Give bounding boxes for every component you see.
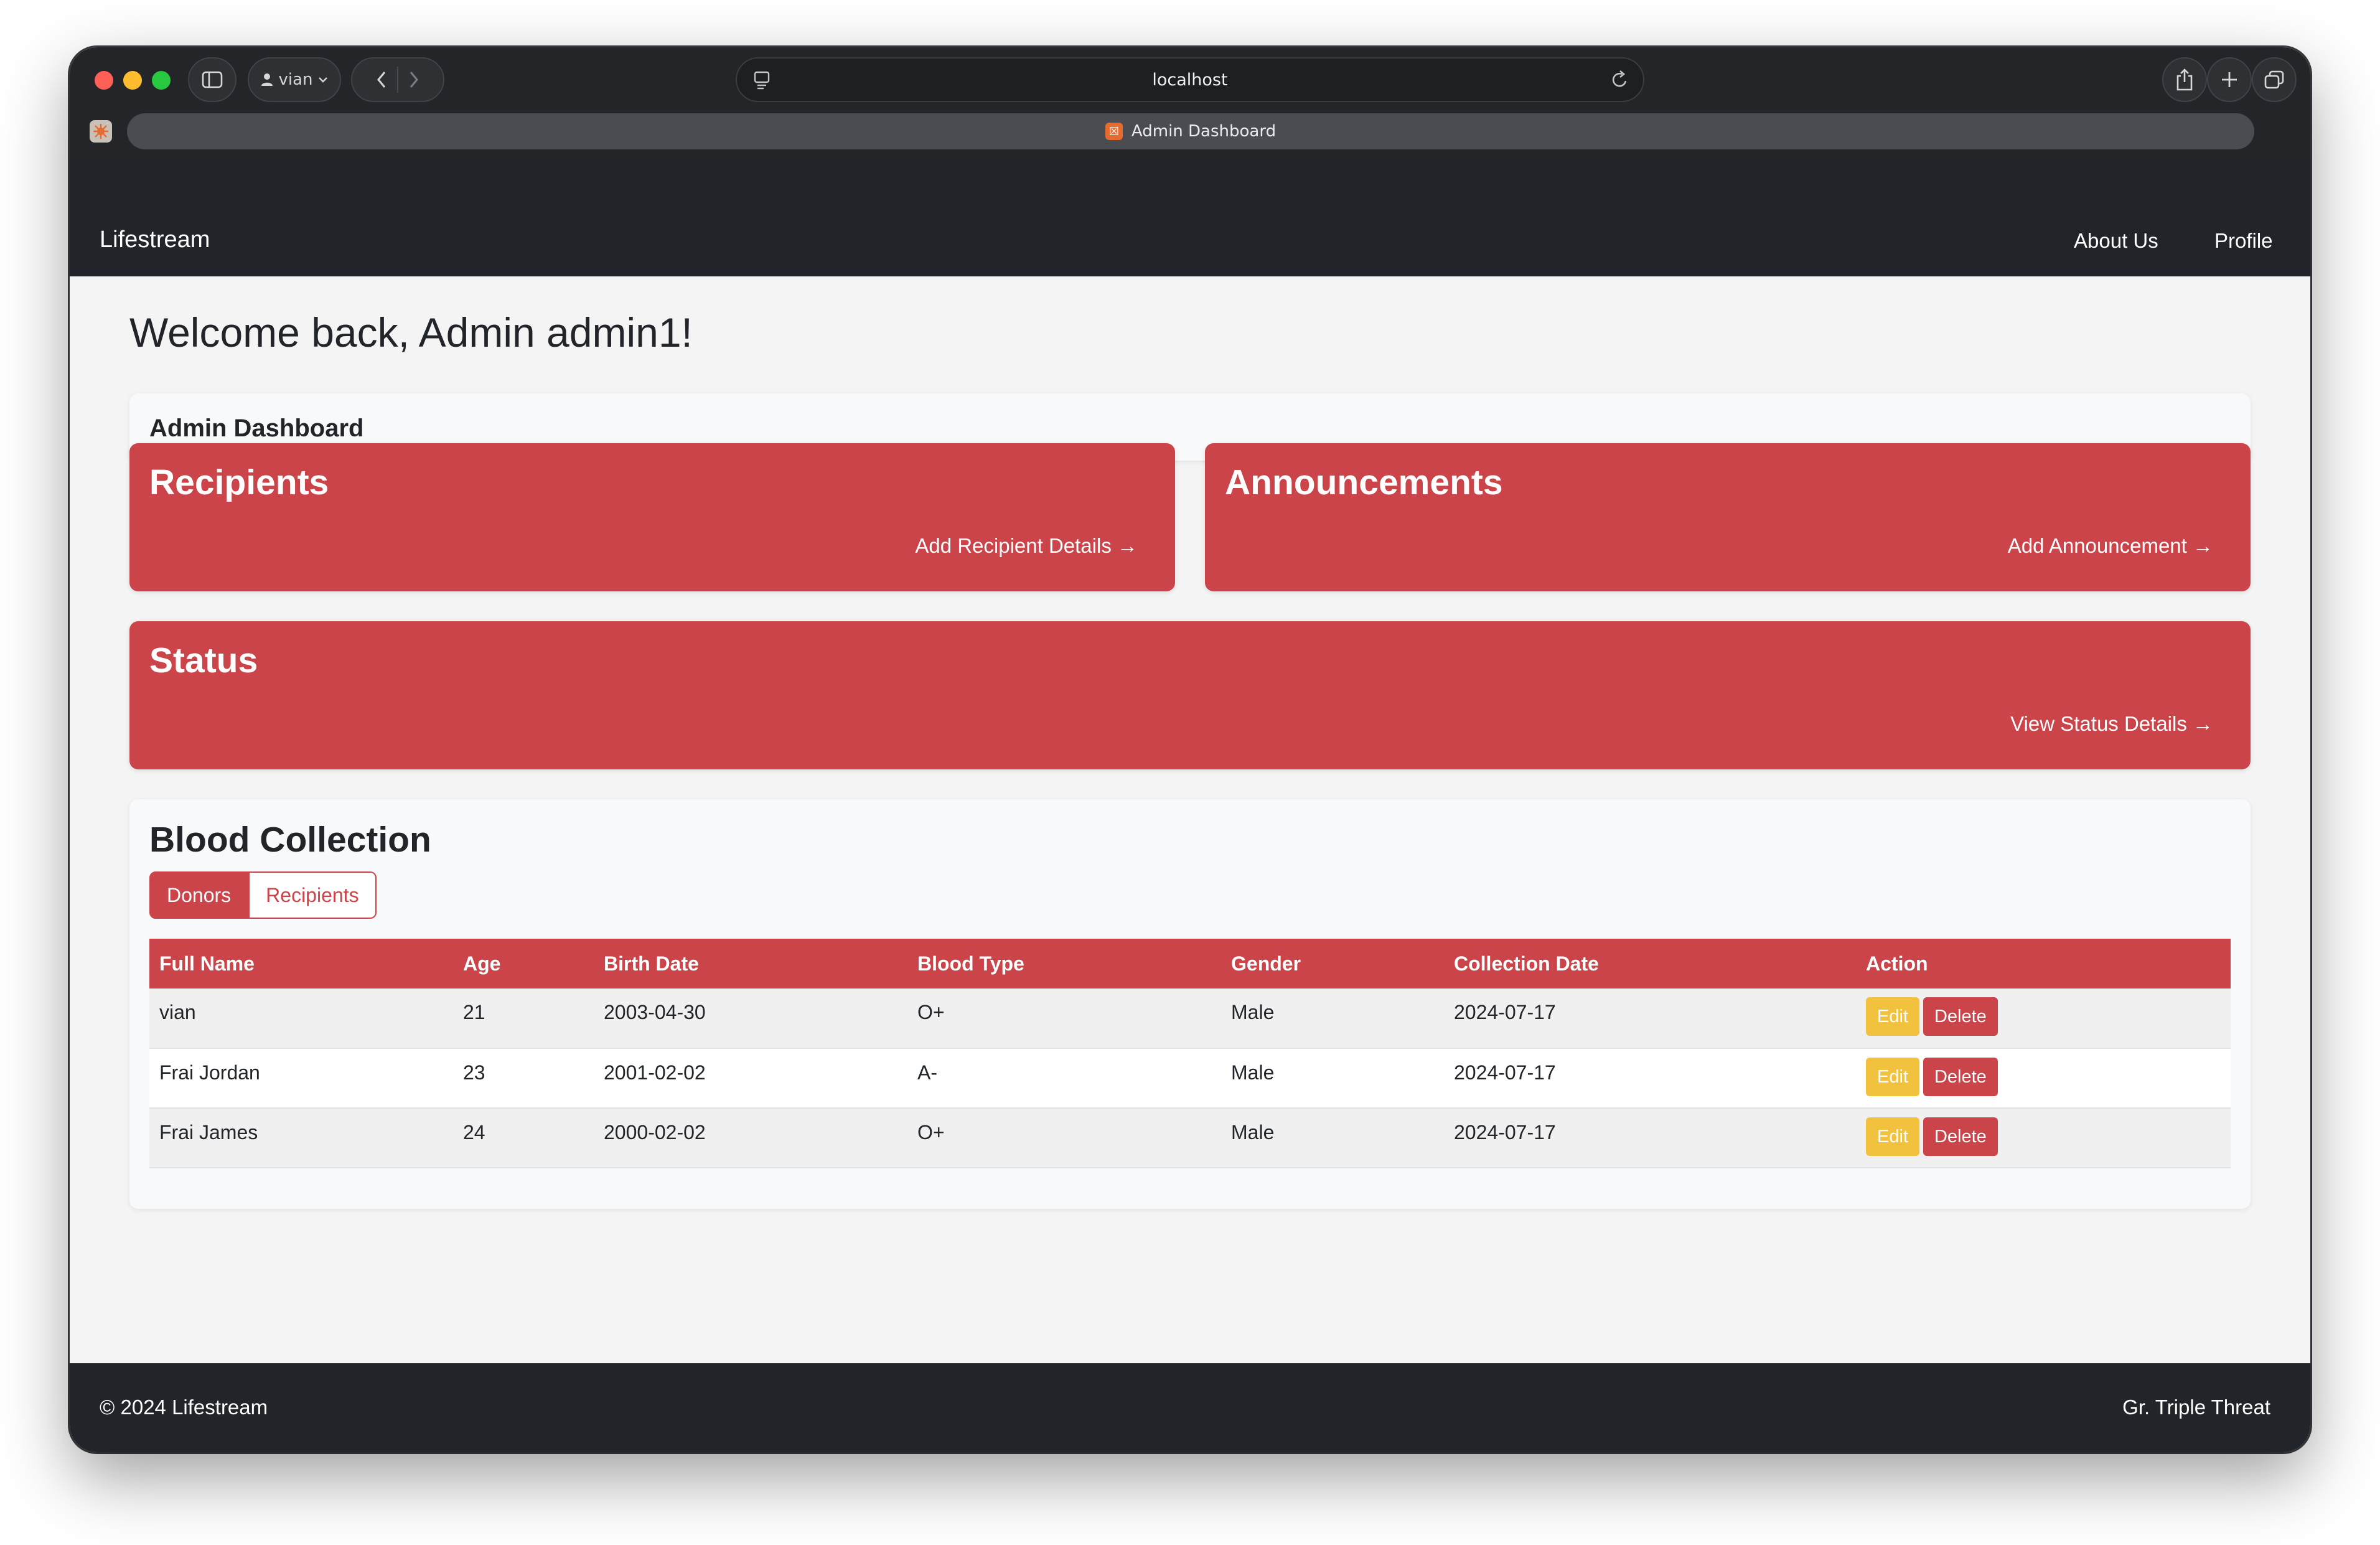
person-icon	[261, 73, 273, 86]
forward-arrow-icon[interactable]	[408, 70, 419, 89]
column-header: Age	[453, 939, 594, 989]
edit-button[interactable]: Edit	[1866, 1117, 1919, 1156]
close-window-button[interactable]	[95, 71, 113, 90]
status-card-title: Status	[149, 641, 258, 680]
pinned-tab[interactable]	[90, 120, 112, 143]
cell-age: 23	[453, 1048, 594, 1109]
column-header: Blood Type	[907, 939, 1221, 989]
sidebar-icon	[202, 71, 223, 88]
cell-blood-type: O+	[907, 989, 1221, 1049]
tab-title: Admin Dashboard	[1131, 122, 1277, 141]
table-row: Frai Jordan 23 2001-02-02 A- Male 2024-0…	[149, 1048, 2231, 1109]
cell-full-name: Frai James	[149, 1108, 453, 1168]
cell-full-name: vian	[149, 989, 453, 1049]
nav-about-us[interactable]: About Us	[2074, 229, 2158, 253]
edit-button[interactable]: Edit	[1866, 997, 1919, 1036]
blood-collection-panel: Blood Collection Donors Recipients Full …	[129, 799, 2251, 1209]
column-header: Collection Date	[1444, 939, 1856, 989]
cell-birth-date: 2003-04-30	[594, 989, 907, 1049]
cell-blood-type: A-	[907, 1048, 1221, 1109]
edit-button[interactable]: Edit	[1866, 1058, 1919, 1096]
cell-age: 24	[453, 1108, 594, 1168]
table-row: Frai James 24 2000-02-02 O+ Male 2024-07…	[149, 1108, 2231, 1168]
site-navbar: Lifestream About Us Profile	[70, 159, 2310, 276]
table-row: vian 21 2003-04-30 O+ Male 2024-07-17 Ed…	[149, 989, 2231, 1049]
status-card: Status View Status Details →	[129, 621, 2251, 769]
sidebar-toggle-button[interactable]	[188, 57, 237, 102]
cell-gender: Male	[1221, 1048, 1444, 1109]
cell-action: Edit Delete	[1856, 1048, 2231, 1109]
recipients-card: Recipients Add Recipient Details →	[129, 443, 1175, 591]
cell-gender: Male	[1221, 989, 1444, 1049]
cell-age: 21	[453, 989, 594, 1049]
cell-full-name: Frai Jordan	[149, 1048, 453, 1109]
new-tab-button[interactable]	[2207, 57, 2252, 102]
tab-donors[interactable]: Donors	[149, 871, 249, 919]
table-header-row: Full Name Age Birth Date Blood Type Gend…	[149, 939, 2231, 989]
add-recipient-link[interactable]: Add Recipient Details →	[915, 534, 1138, 558]
column-header: Birth Date	[594, 939, 907, 989]
share-icon	[2176, 68, 2193, 91]
view-status-link[interactable]: View Status Details →	[2010, 712, 2213, 736]
cell-collection-date: 2024-07-17	[1444, 1108, 1856, 1168]
cell-collection-date: 2024-07-17	[1444, 989, 1856, 1049]
add-announcement-link[interactable]: Add Announcement →	[2008, 534, 2213, 558]
minimize-window-button[interactable]	[123, 71, 142, 90]
nav-profile[interactable]: Profile	[2214, 229, 2273, 253]
browser-toolbar: vian localhost ☒ Admin Dashboard	[70, 47, 2310, 159]
announcements-card: Announcements Add Announcement →	[1205, 443, 2251, 591]
delete-button[interactable]: Delete	[1923, 1117, 1998, 1156]
chevron-down-icon	[318, 77, 327, 83]
active-tab[interactable]: ☒ Admin Dashboard	[127, 113, 2254, 149]
zoom-window-button[interactable]	[152, 71, 171, 90]
history-navigation	[351, 57, 444, 102]
address-text: localhost	[1152, 70, 1228, 90]
site-footer: © 2024 Lifestream Gr. Triple Threat	[70, 1363, 2310, 1452]
tabs-overview-icon	[2264, 70, 2284, 89]
recipients-card-title: Recipients	[149, 463, 329, 502]
cell-collection-date: 2024-07-17	[1444, 1048, 1856, 1109]
dashboard-title: Admin Dashboard	[149, 415, 364, 442]
cell-action: Edit Delete	[1856, 1108, 2231, 1168]
column-header: Gender	[1221, 939, 1444, 989]
back-arrow-icon[interactable]	[376, 70, 387, 89]
plus-icon	[2222, 72, 2237, 87]
brand-link[interactable]: Lifestream	[100, 227, 210, 253]
reload-icon[interactable]	[1611, 70, 1629, 90]
column-header: Action	[1856, 939, 2231, 989]
cell-gender: Male	[1221, 1108, 1444, 1168]
blood-collection-title: Blood Collection	[149, 820, 431, 860]
site-settings-icon[interactable]	[753, 70, 771, 90]
cell-birth-date: 2001-02-02	[594, 1048, 907, 1109]
welcome-heading: Welcome back, Admin admin1!	[129, 309, 693, 355]
address-bar[interactable]: localhost	[736, 57, 1644, 102]
share-button[interactable]	[2162, 57, 2207, 102]
delete-button[interactable]: Delete	[1923, 1058, 1998, 1096]
pinned-site-icon	[93, 124, 108, 139]
cell-blood-type: O+	[907, 1108, 1221, 1168]
tab-overview-button[interactable]	[2252, 57, 2297, 102]
collection-type-toggle: Donors Recipients	[149, 871, 377, 919]
profile-name: vian	[278, 70, 313, 89]
profile-switcher[interactable]: vian	[248, 57, 341, 102]
footer-credit: Gr. Triple Threat	[2122, 1396, 2270, 1419]
announcements-card-title: Announcements	[1225, 463, 1503, 502]
column-header: Full Name	[149, 939, 453, 989]
browser-window: vian localhost ☒ Admin Dashboard Lifestr…	[70, 47, 2310, 1452]
tab-recipients[interactable]: Recipients	[248, 871, 377, 919]
blood-collection-table: Full Name Age Birth Date Blood Type Gend…	[149, 939, 2231, 1168]
cell-action: Edit Delete	[1856, 989, 2231, 1049]
cell-birth-date: 2000-02-02	[594, 1108, 907, 1168]
delete-button[interactable]: Delete	[1923, 997, 1998, 1036]
footer-copyright: © 2024 Lifestream	[100, 1396, 268, 1419]
tab-favicon-icon: ☒	[1105, 123, 1123, 140]
